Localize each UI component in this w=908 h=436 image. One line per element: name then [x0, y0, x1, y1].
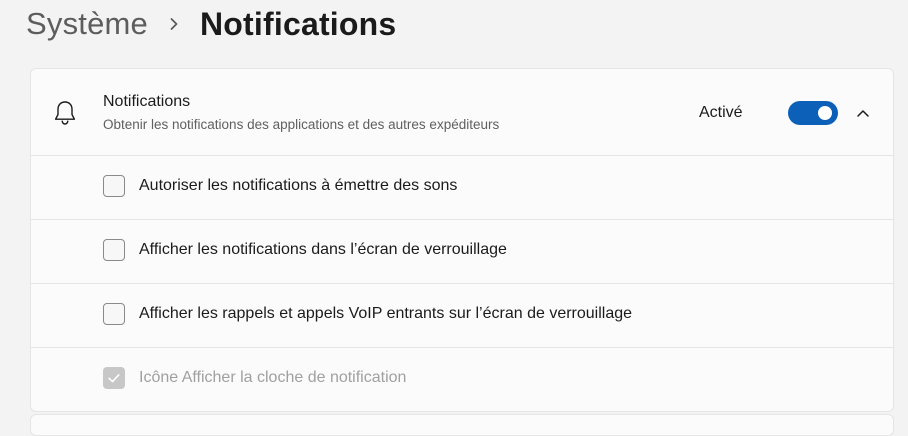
- page-title: Notifications: [200, 5, 397, 42]
- bell-icon: [52, 99, 78, 127]
- toggle-state-label: Activé: [699, 104, 743, 121]
- chevron-right-icon: [148, 2, 200, 46]
- next-settings-card: [30, 414, 894, 436]
- notifications-header-row[interactable]: Notifications Obtenir les notifications …: [31, 69, 893, 156]
- option-row-sounds: Autoriser les notifications à émettre de…: [31, 156, 893, 220]
- option-row-lock-screen: Afficher les notifications dans l’écran …: [31, 220, 893, 284]
- lock-screen-checkbox[interactable]: [103, 239, 125, 261]
- sounds-label[interactable]: Autoriser les notifications à émettre de…: [139, 177, 457, 195]
- toggle-knob: [818, 106, 832, 120]
- notifications-toggle[interactable]: [788, 101, 838, 125]
- bell-icon-label: Icône Afficher la cloche de notification: [139, 369, 407, 386]
- checkmark-icon: [108, 374, 120, 383]
- notifications-subtitle: Obtenir les notifications des applicatio…: [103, 117, 500, 132]
- option-row-bell-icon: Icône Afficher la cloche de notification: [31, 348, 893, 411]
- breadcrumb-parent-systeme[interactable]: Système: [26, 6, 148, 42]
- breadcrumb: Système Notifications: [26, 2, 396, 46]
- lock-screen-label[interactable]: Afficher les notifications dans l’écran …: [139, 241, 507, 259]
- notifications-title: Notifications: [103, 93, 191, 110]
- voip-reminders-checkbox[interactable]: [103, 303, 125, 325]
- option-row-voip-reminders: Afficher les rappels et appels VoIP entr…: [31, 284, 893, 348]
- bell-icon-checkbox: [103, 367, 125, 389]
- voip-reminders-label[interactable]: Afficher les rappels et appels VoIP entr…: [139, 305, 632, 323]
- notifications-settings-card: Notifications Obtenir les notifications …: [30, 68, 894, 412]
- chevron-up-icon[interactable]: [851, 101, 875, 125]
- sounds-checkbox[interactable]: [103, 175, 125, 197]
